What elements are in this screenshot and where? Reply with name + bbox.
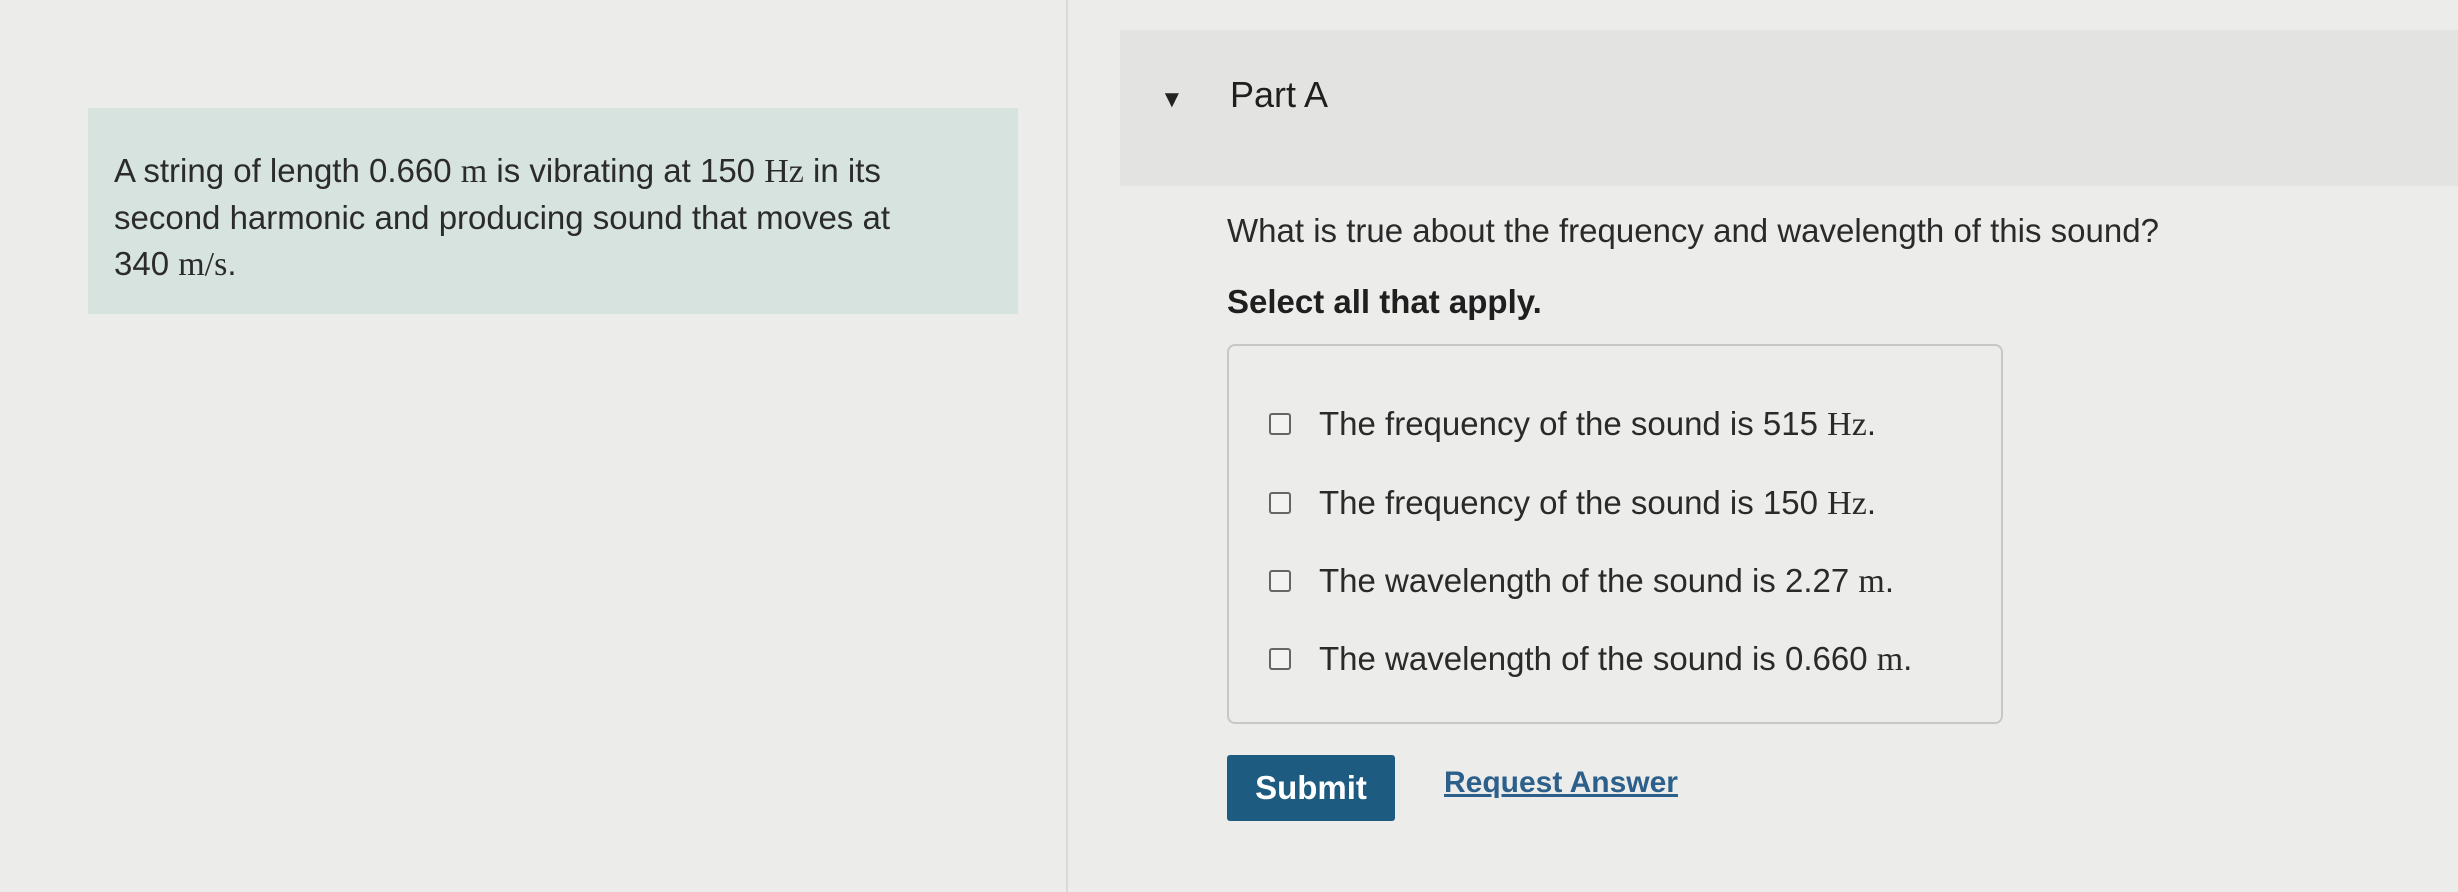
problem-statement-panel: A string of length 0.660 m is vibrating …: [88, 108, 1018, 314]
option-unit: m: [1876, 640, 1904, 678]
problem-text-part: A string of length 0.660: [114, 152, 461, 189]
option-label: The wavelength of the sound is 0.660: [1319, 639, 1877, 677]
option-text: The frequency of the sound is 515 Hz.: [1319, 405, 1876, 444]
checkbox[interactable]: [1269, 413, 1291, 435]
checkbox[interactable]: [1269, 648, 1291, 670]
option-1[interactable]: The frequency of the sound is 515 Hz.: [1269, 402, 1876, 446]
option-text: The frequency of the sound is 150 Hz.: [1319, 484, 1876, 523]
checkbox[interactable]: [1269, 492, 1291, 514]
problem-text-part: is vibrating at 150: [487, 152, 765, 189]
length-unit: m: [460, 153, 488, 190]
speed-unit: m/s: [178, 246, 228, 283]
option-end: .: [1884, 561, 1894, 599]
option-label: The wavelength of the sound is 2.27: [1319, 561, 1859, 599]
request-answer-link[interactable]: Request Answer: [1444, 766, 1678, 800]
speed-value: 340: [114, 245, 179, 282]
problem-text: A string of length 0.660 m is vibrating …: [114, 148, 954, 288]
part-title: Part A: [1230, 74, 1329, 115]
option-unit: m: [1858, 562, 1885, 600]
part-a-header[interactable]: ▼ Part A: [1120, 30, 2458, 186]
option-end: .: [1866, 404, 1876, 442]
option-end: .: [1866, 483, 1876, 521]
option-3[interactable]: The wavelength of the sound is 2.27 m.: [1269, 559, 1894, 603]
answer-options-box: The frequency of the sound is 515 Hz. Th…: [1227, 344, 2003, 724]
column-divider: [1066, 0, 1068, 892]
option-label: The frequency of the sound is 150: [1319, 483, 1828, 521]
checkbox[interactable]: [1269, 570, 1291, 592]
option-label: The frequency of the sound is 515: [1319, 404, 1828, 442]
option-text: The wavelength of the sound is 0.660 m.: [1319, 640, 1912, 679]
caret-down-icon[interactable]: ▼: [1160, 86, 1184, 114]
problem-text-part: .: [227, 245, 237, 282]
instruction-text: Select all that apply.: [1227, 283, 1542, 320]
option-unit: Hz: [1827, 405, 1867, 443]
option-end: .: [1903, 639, 1913, 677]
question-text: What is true about the frequency and wav…: [1227, 212, 2159, 249]
option-text: The wavelength of the sound is 2.27 m.: [1319, 562, 1894, 601]
option-2[interactable]: The frequency of the sound is 150 Hz.: [1269, 481, 1876, 525]
option-unit: Hz: [1827, 484, 1867, 522]
option-4[interactable]: The wavelength of the sound is 0.660 m.: [1269, 637, 1912, 681]
frequency-unit: Hz: [764, 153, 804, 190]
submit-button[interactable]: Submit: [1227, 755, 1395, 821]
